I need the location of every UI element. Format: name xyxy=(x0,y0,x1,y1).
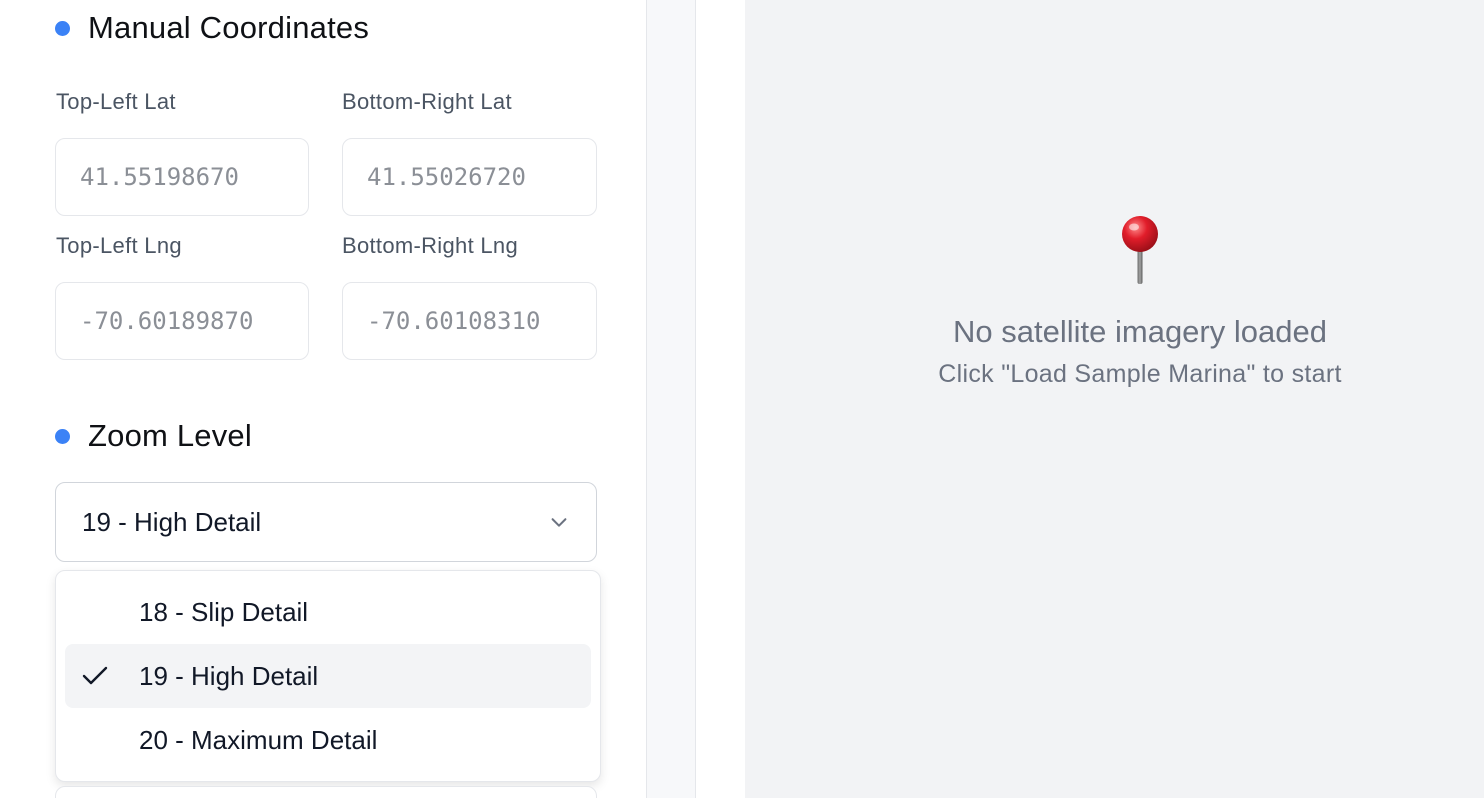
zoom-section-header: Zoom Level xyxy=(55,418,252,454)
top-left-lng-input[interactable] xyxy=(55,282,309,360)
zoom-selected-value: 19 - High Detail xyxy=(82,506,262,537)
next-field-partial[interactable] xyxy=(55,786,597,798)
zoom-option-label: 20 - Maximum Detail xyxy=(139,724,378,755)
app-root: Manual Coordinates Top-Left Lat Bottom-R… xyxy=(0,0,1484,798)
bottom-right-lat-label: Bottom-Right Lat xyxy=(342,89,512,114)
top-left-lat-input[interactable] xyxy=(55,138,309,216)
panel-gap xyxy=(696,0,745,798)
panel-resize-handle[interactable] xyxy=(646,0,696,798)
top-left-lat-label: Top-Left Lat xyxy=(56,89,176,114)
map-empty-state: No satellite imagery loaded Click "Load … xyxy=(745,214,1484,389)
zoom-option[interactable]: 19 - High Detail xyxy=(65,644,591,708)
map-canvas[interactable]: No satellite imagery loaded Click "Load … xyxy=(745,0,1484,798)
control-panel: Manual Coordinates Top-Left Lat Bottom-R… xyxy=(0,0,646,798)
zoom-option-label: 19 - High Detail xyxy=(139,660,319,691)
bullet-dot-icon xyxy=(55,428,70,444)
map-pin-icon xyxy=(1122,216,1158,284)
zoom-level-select[interactable]: 19 - High Detail xyxy=(55,482,597,562)
bottom-right-lat-input[interactable] xyxy=(342,138,597,216)
checkmark-icon xyxy=(82,666,108,685)
bottom-right-lng-input[interactable] xyxy=(342,282,597,360)
zoom-option-label: 18 - Slip Detail xyxy=(139,596,309,627)
coords-section-header: Manual Coordinates xyxy=(55,10,369,46)
zoom-option[interactable]: 20 - Maximum Detail xyxy=(65,708,591,772)
bullet-dot-icon xyxy=(55,20,70,36)
chevron-down-icon xyxy=(551,518,567,527)
top-left-lng-label: Top-Left Lng xyxy=(56,233,182,258)
bottom-right-lng-label: Bottom-Right Lng xyxy=(342,233,518,258)
zoom-section-title: Zoom Level xyxy=(88,418,252,453)
zoom-dropdown-menu: 18 - Slip Detail 19 - High Detail 20 - M… xyxy=(55,570,601,782)
coords-section-title: Manual Coordinates xyxy=(88,10,370,45)
empty-state-hint: Click "Load Sample Marina" to start xyxy=(938,360,1342,388)
zoom-option[interactable]: 18 - Slip Detail xyxy=(65,580,591,644)
empty-state-title: No satellite imagery loaded xyxy=(953,314,1327,349)
